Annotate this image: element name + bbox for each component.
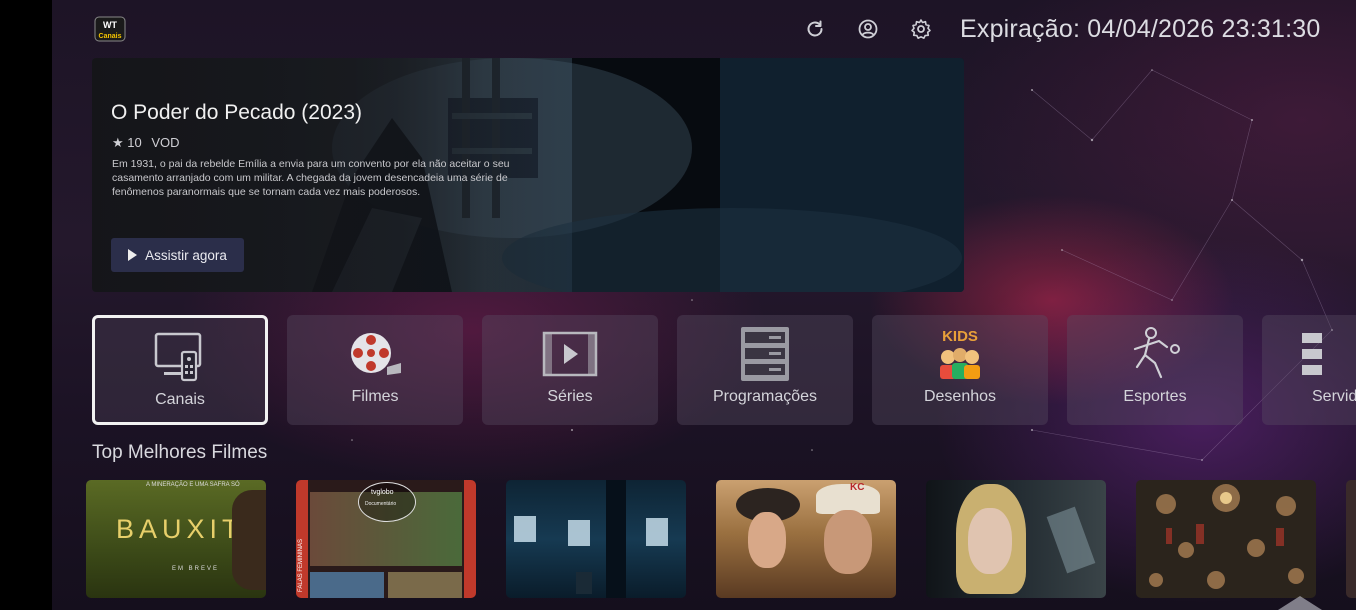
poster-face: [824, 510, 872, 574]
user-profile-icon[interactable]: [856, 17, 880, 41]
subscription-expiry: Expiração: 04/04/2026 23:31:30: [960, 15, 1321, 43]
watch-now-label: Assistir agora: [145, 247, 227, 263]
featured-title: O Poder do Pecado (2023): [111, 101, 362, 124]
category-label: Filmes: [351, 388, 399, 405]
category-label: Esportes: [1123, 388, 1187, 405]
video-play-icon: [542, 331, 598, 377]
settings-gear-icon[interactable]: [909, 17, 933, 41]
poster-face: [748, 512, 786, 568]
movie-poster-blonde-woman[interactable]: [926, 480, 1106, 598]
featured-banner[interactable]: O Poder do Pecado (2023) ★ 10 VOD Em 193…: [92, 58, 964, 292]
poster-window: [568, 520, 590, 546]
section-title: Top Melhores Filmes: [92, 442, 268, 463]
server-list-icon: [1302, 333, 1322, 375]
poster-chair: [576, 572, 592, 594]
category-desenhos[interactable]: KIDS Desenhos: [872, 315, 1048, 425]
watch-now-button[interactable]: Assistir agora: [111, 238, 244, 272]
refresh-icon[interactable]: [803, 17, 827, 41]
featured-meta: ★ 10 VOD: [112, 135, 186, 151]
poster-tagline: A MINERAÇÃO E UMA SAFRA SÓ: [146, 482, 240, 488]
poster-award-badge: tvglobo Documentário: [358, 482, 416, 522]
poster-face: [968, 508, 1012, 574]
poster-side-strip: [464, 480, 476, 598]
category-series[interactable]: Séries: [482, 315, 658, 425]
poster-photo-small: [388, 572, 462, 598]
movie-poster-pattern-art[interactable]: [1136, 480, 1316, 598]
category-label: Séries: [547, 388, 593, 405]
app-logo: WT Canais: [94, 16, 126, 42]
svg-text:Canais: Canais: [99, 33, 122, 40]
featured-rating: ★ 10: [112, 135, 142, 150]
movie-poster-western-couple[interactable]: KC: [716, 480, 896, 598]
soccer-player-icon: [1133, 327, 1180, 379]
poster-light: [1046, 506, 1096, 574]
tv-remote-icon: [154, 332, 202, 382]
poster-pillar: [606, 480, 626, 598]
featured-type: VOD: [151, 135, 180, 150]
server-list-icon: [741, 327, 789, 381]
category-label: Servid: [1312, 388, 1356, 405]
svg-text:WT: WT: [103, 20, 117, 30]
poster-side-text: FALAS FEMININAS: [298, 538, 304, 592]
category-filmes[interactable]: Filmes: [287, 315, 463, 425]
poster-window: [646, 518, 668, 546]
play-icon: [128, 249, 138, 261]
poster-footer: EM BREVE: [172, 566, 220, 572]
movie-poster-next[interactable]: [1346, 480, 1356, 598]
svg-text:KIDS: KIDS: [942, 328, 978, 345]
category-esportes[interactable]: Esportes: [1067, 315, 1243, 425]
poster-photo-small: [310, 572, 384, 598]
scroll-up-indicator[interactable]: [1278, 596, 1322, 610]
film-reel-icon: [351, 333, 401, 375]
category-label: Canais: [155, 391, 205, 408]
category-servidores[interactable]: Servid: [1262, 315, 1356, 425]
featured-description: Em 1931, o pai da rebelde Emília a envia…: [112, 158, 510, 198]
movie-poster-falas-femininas[interactable]: FALAS FEMININAS tvglobo Documentário: [296, 480, 476, 598]
category-canais[interactable]: Canais: [92, 315, 268, 425]
movie-poster-bauxita[interactable]: A MINERAÇÃO E UMA SAFRA SÓ BAUXITA EM BR…: [86, 480, 266, 598]
movie-poster-o-poder-do-pecado[interactable]: [506, 480, 686, 598]
kids-icon: KIDS: [940, 328, 980, 379]
left-bezel: [0, 0, 52, 610]
poster-corner-text: KC: [850, 482, 865, 493]
poster-window: [514, 516, 536, 542]
category-label: Programações: [712, 388, 818, 405]
category-programacoes[interactable]: Programações: [677, 315, 853, 425]
category-label: Desenhos: [923, 388, 997, 405]
poster-pattern: [1149, 484, 1304, 589]
app-screen: WT Canais Expiração: 04/04/2026 23:31:30: [52, 0, 1356, 610]
poster-hand-art: [232, 490, 266, 590]
